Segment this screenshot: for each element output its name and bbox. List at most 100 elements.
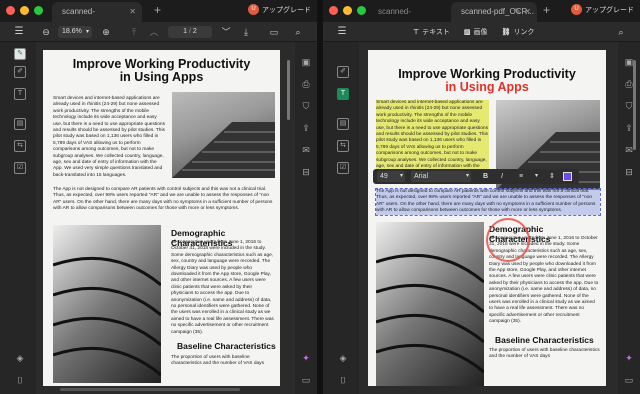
- zoom-window-button[interactable]: [34, 6, 43, 15]
- pdf-page: Improve Working Productivity in Using Ap…: [43, 50, 280, 386]
- chat-icon[interactable]: ▭: [623, 374, 635, 386]
- tab-bar: scanned-pdf_OCR... scanned-pdf_OCR... ✎ …: [323, 0, 640, 36]
- compress-icon[interactable]: ⊟: [300, 166, 312, 178]
- ai-assistant-icon[interactable]: ✦: [623, 352, 635, 364]
- upgrade-button[interactable]: U アップグレード: [571, 4, 634, 15]
- zoom-in-icon[interactable]: ⊕: [100, 25, 112, 39]
- text-color-swatch[interactable]: [563, 172, 572, 181]
- comment-icon[interactable]: ▭: [268, 25, 280, 39]
- doc-title-line2: in Using Apps: [119, 70, 204, 84]
- cursor-highlight-circle: [486, 218, 530, 262]
- add-text-button[interactable]: ⊤ テキスト: [413, 27, 450, 37]
- convert-icon[interactable]: ⇆: [337, 140, 349, 152]
- form-icon[interactable]: ☑: [337, 162, 349, 174]
- tab-title: scanned-pdf_OCR...: [461, 7, 534, 16]
- page-indicator[interactable]: 1 / 2: [168, 26, 212, 38]
- protect-icon[interactable]: ⛉: [300, 100, 312, 112]
- chat-icon[interactable]: ▭: [300, 374, 312, 386]
- add-image-button[interactable]: ▨ 画像: [464, 27, 488, 37]
- section2-paragraph: The proportion of users with baseline ch…: [171, 355, 264, 367]
- zoom-value: 18.6%: [62, 28, 82, 35]
- tab-bar: scanned-pdf_OCR1(1) ✕ + U アップグレード: [0, 0, 317, 36]
- pdf-page: Improve Working Productivity in Using Ap…: [368, 50, 606, 386]
- horizontal-scrollbar[interactable]: [60, 388, 240, 391]
- edit-toolbar: ☰ ⊤ テキスト ▨ 画像 ⛓ リンク ⌕: [323, 22, 640, 42]
- text-tool-icon: ⊤: [413, 29, 420, 36]
- new-tab-button[interactable]: +: [543, 3, 550, 17]
- section2-heading[interactable]: Baseline Characteristics: [495, 335, 594, 345]
- minimize-window-button[interactable]: [343, 6, 352, 15]
- compress-icon[interactable]: ⊟: [623, 166, 635, 178]
- chevron-down-icon: ▾: [399, 173, 403, 179]
- intro-paragraph: Smart devices and internet-based applica…: [53, 96, 166, 178]
- bold-button[interactable]: B: [483, 169, 488, 184]
- edit-indicator-icon: ✎: [514, 7, 521, 16]
- tab-inactive[interactable]: scanned-pdf_OCR...: [368, 2, 448, 36]
- organize-pages-icon[interactable]: ▤: [14, 118, 26, 130]
- minimize-window-button[interactable]: [20, 6, 29, 15]
- wide-paragraph-selected[interactable]: The App is not designed to compare AR pa…: [375, 188, 601, 216]
- page-current: 1: [183, 28, 188, 35]
- prev-page-icon[interactable]: ︿: [148, 25, 160, 39]
- add-link-button[interactable]: ⛓ リンク: [502, 27, 535, 37]
- align-dropdown-icon[interactable]: ▾: [535, 169, 538, 184]
- page-total: 2: [192, 28, 197, 35]
- align-icon[interactable]: ≡: [519, 169, 523, 184]
- layers-icon[interactable]: ◈: [14, 352, 26, 364]
- last-page-icon[interactable]: ⤓: [240, 25, 252, 39]
- building-photo[interactable]: [376, 222, 484, 386]
- close-tab-icon[interactable]: ✕: [524, 2, 531, 22]
- close-window-button[interactable]: [329, 6, 338, 15]
- sidebar-toggle-icon[interactable]: ☰: [327, 25, 357, 39]
- zoom-select[interactable]: 18.6% ▾: [58, 26, 92, 38]
- font-family-value: Arial: [414, 173, 429, 180]
- organize-pages-icon[interactable]: ▤: [337, 118, 349, 130]
- section2-paragraph[interactable]: The proportion of users with baseline ch…: [489, 348, 600, 361]
- email-icon[interactable]: ✉: [300, 144, 312, 156]
- close-window-button[interactable]: [6, 6, 15, 15]
- sidebar-toggle-icon[interactable]: ☰: [4, 25, 34, 39]
- ai-assistant-icon[interactable]: ✦: [300, 352, 312, 364]
- tab-active[interactable]: scanned-pdf_OCR... ✎ ✕: [451, 2, 537, 22]
- font-family-select[interactable]: Arial ▾: [411, 171, 471, 182]
- annotate-icon[interactable]: ✐: [337, 66, 349, 78]
- bookmark-icon[interactable]: ⌷: [14, 374, 26, 386]
- close-tab-icon[interactable]: ✕: [129, 2, 136, 22]
- traffic-lights: [6, 6, 43, 15]
- doc-title-line2: in Using Apps: [445, 80, 529, 94]
- italic-button[interactable]: I: [501, 169, 503, 184]
- font-size-value: 49: [380, 173, 388, 180]
- spacing-icon[interactable]: ⇕: [549, 169, 555, 184]
- form-icon[interactable]: ☑: [14, 162, 26, 174]
- vertical-scrollbar[interactable]: [287, 60, 290, 120]
- add-image-label: 画像: [473, 29, 488, 36]
- edit-pdf-icon[interactable]: T: [14, 88, 26, 100]
- first-page-icon[interactable]: ⤒: [128, 25, 140, 39]
- search-icon[interactable]: ⌕: [615, 25, 627, 39]
- building-illustration: [376, 253, 484, 374]
- font-size-select[interactable]: 49 ▾: [377, 171, 405, 182]
- bookmark-icon[interactable]: ⌷: [337, 374, 349, 386]
- ocr-icon[interactable]: ▣: [300, 56, 312, 68]
- reader-mode-icon[interactable]: ✎: [14, 48, 26, 60]
- image-tool-icon: ▨: [463, 29, 471, 36]
- zoom-out-icon[interactable]: ⊖: [40, 25, 52, 39]
- upgrade-button[interactable]: U アップグレード: [248, 4, 311, 15]
- upgrade-badge-icon: U: [248, 4, 259, 15]
- new-tab-button[interactable]: +: [154, 3, 161, 17]
- zoom-window-button[interactable]: [357, 6, 366, 15]
- convert-icon[interactable]: ⇆: [14, 140, 26, 152]
- vertical-scrollbar[interactable]: [633, 60, 636, 150]
- add-link-label: リンク: [513, 29, 535, 36]
- annotate-icon[interactable]: ✐: [14, 66, 26, 78]
- search-icon[interactable]: ⌕: [292, 25, 304, 39]
- layers-icon[interactable]: ◈: [337, 352, 349, 364]
- right-sidebar: ▣ ⎙ ⛉ ⇪ ✉ ⊟ ✦ ▭: [618, 42, 640, 394]
- stairs-photo: [172, 92, 275, 178]
- convert-doc-icon[interactable]: ⎙: [300, 78, 312, 90]
- next-page-icon[interactable]: ﹀: [220, 25, 232, 39]
- edit-pdf-icon[interactable]: T: [337, 88, 349, 100]
- share-icon[interactable]: ⇪: [300, 122, 312, 134]
- section1-paragraph: All consecutive users from June 1, 2016 …: [171, 240, 274, 335]
- tab-document[interactable]: scanned-pdf_OCR1(1) ✕: [52, 2, 142, 36]
